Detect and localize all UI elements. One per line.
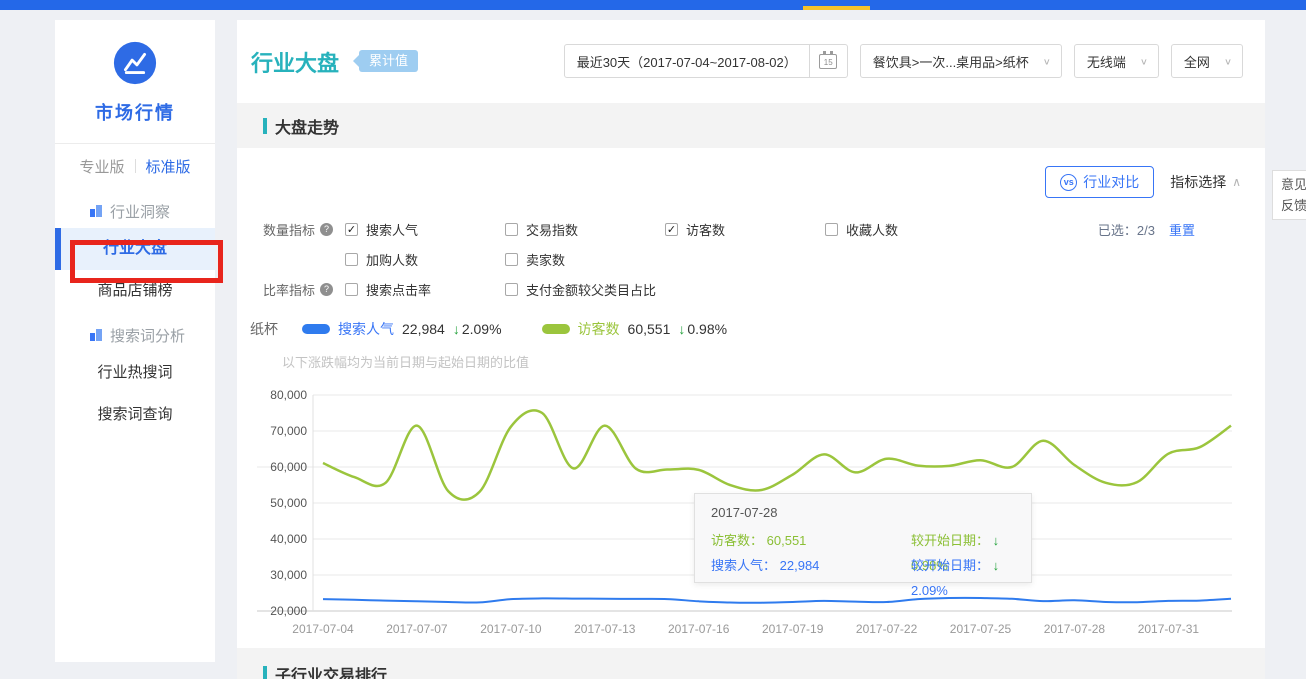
checkbox[interactable]	[825, 223, 838, 236]
bottom-section-title: 子行业交易排行	[275, 662, 387, 679]
legend-series-search-popularity[interactable]: 搜索人气 22,984 2.09%	[302, 319, 502, 339]
legend-category: 纸杯	[250, 319, 278, 339]
series-color-pill	[302, 324, 330, 334]
tab-pro-version[interactable]: 专业版	[79, 156, 124, 177]
down-arrow-icon	[678, 321, 685, 337]
svg-text:40,000: 40,000	[270, 532, 307, 546]
svg-text:2017-07-28: 2017-07-28	[1044, 622, 1106, 636]
selected-count: 已选：2/3	[1098, 220, 1155, 239]
svg-text:2017-07-31: 2017-07-31	[1138, 622, 1200, 636]
checkbox-trade-index[interactable]: 交易指数	[505, 220, 665, 239]
svg-text:60,000: 60,000	[270, 460, 307, 474]
checkbox-visitor-count[interactable]: 访客数	[665, 220, 825, 239]
date-range-picker[interactable]: 最近30天（2017-07-04~2017-08-02） 15	[564, 44, 848, 78]
chevron-down-icon	[1140, 56, 1148, 66]
active-tab-indicator	[803, 6, 870, 10]
svg-text:2017-07-10: 2017-07-10	[480, 622, 542, 636]
terminal-dropdown[interactable]: 无线端	[1074, 44, 1159, 78]
series-color-pill	[542, 324, 570, 334]
checkbox[interactable]	[345, 283, 358, 296]
calendar-icon[interactable]: 15	[809, 45, 847, 77]
help-icon[interactable]	[320, 283, 333, 296]
svg-text:2017-07-16: 2017-07-16	[668, 622, 730, 636]
quantity-metrics-label: 数量指标	[263, 220, 315, 239]
checkbox-seller-count[interactable]: 卖家数	[505, 250, 665, 269]
reset-link[interactable]: 重置	[1169, 220, 1195, 239]
section-accent-bar	[263, 118, 267, 134]
vs-icon	[1060, 174, 1077, 191]
section-accent-bar	[263, 666, 267, 679]
checkbox-search-popularity[interactable]: 搜索人气	[345, 220, 505, 239]
ratio-metrics-label: 比率指标	[263, 280, 315, 299]
tab-standard-version[interactable]: 标准版	[146, 156, 191, 177]
svg-text:2017-07-25: 2017-07-25	[950, 622, 1012, 636]
chevron-down-icon	[1043, 56, 1051, 66]
svg-text:80,000: 80,000	[270, 388, 307, 402]
checkbox[interactable]	[505, 223, 518, 236]
sidebar-item-hot-search-words[interactable]: 行业热搜词	[55, 352, 215, 394]
page-title: 行业大盘	[251, 46, 339, 78]
checkbox-cart-add-count[interactable]: 加购人数	[345, 250, 505, 269]
checkbox[interactable]	[505, 253, 518, 266]
sidebar-group-industry-insight[interactable]: 行业洞察	[55, 194, 215, 228]
checkbox[interactable]	[665, 223, 678, 236]
svg-text:2017-07-13: 2017-07-13	[574, 622, 636, 636]
svg-text:50,000: 50,000	[270, 496, 307, 510]
brand-name: 市场行情	[55, 99, 215, 125]
sidebar: 市场行情 专业版 标准版 行业洞察 行业大盘 商品店铺榜 搜索词分析 行业热搜词…	[55, 20, 215, 662]
chart-note: 以下涨跌幅均为当前日期与起始日期的比值	[237, 352, 1265, 371]
chart-tooltip: 2017-07-28 访客数： 60,551 较开始日期： 0.98% 搜索人气…	[694, 493, 1032, 583]
divider	[135, 159, 136, 173]
building-icon	[89, 328, 103, 342]
scope-dropdown[interactable]: 全网	[1171, 44, 1243, 78]
checkbox-search-click-rate[interactable]: 搜索点击率	[345, 280, 505, 299]
sidebar-item-industry-board[interactable]: 行业大盘	[55, 228, 215, 270]
market-trend-logo-icon	[112, 40, 158, 86]
svg-text:2017-07-07: 2017-07-07	[386, 622, 448, 636]
building-icon	[89, 204, 103, 218]
category-dropdown[interactable]: 餐饮具>一次...桌用品>纸杯	[860, 44, 1062, 78]
active-item-bar	[55, 228, 61, 270]
down-arrow-icon	[993, 533, 1000, 548]
tooltip-date: 2017-07-28	[711, 505, 1015, 520]
bottom-section-band: 子行业交易排行	[237, 648, 1265, 679]
chevron-up-icon	[1232, 175, 1241, 189]
cumulative-value-badge: 累计值	[359, 50, 418, 72]
checkbox[interactable]	[345, 253, 358, 266]
checkbox-favorite-count[interactable]: 收藏人数	[825, 220, 985, 239]
svg-text:2017-07-04: 2017-07-04	[292, 622, 354, 636]
svg-text:30,000: 30,000	[270, 568, 307, 582]
top-nav-bar	[0, 0, 1306, 10]
trend-chart[interactable]: 20,000 30,000 40,000 50,000 60,000 70,000 80,0…	[257, 385, 1252, 647]
sidebar-group-search-word-analysis[interactable]: 搜索词分析	[55, 318, 215, 352]
svg-text:2017-07-19: 2017-07-19	[762, 622, 824, 636]
metric-select-toggle[interactable]: 指标选择	[1170, 172, 1241, 192]
section-title: 大盘走势	[275, 114, 339, 138]
legend-series-visitor-count[interactable]: 访客数 60,551 0.98%	[542, 319, 728, 339]
chevron-down-icon	[1224, 56, 1232, 66]
checkbox-payment-parent-ratio[interactable]: 支付金额较父类目占比	[505, 280, 656, 299]
sidebar-item-search-word-query[interactable]: 搜索词查询	[55, 394, 215, 436]
sidebar-item-product-shop-rank[interactable]: 商品店铺榜	[55, 270, 215, 312]
feedback-button[interactable]: 意见反馈	[1272, 170, 1306, 220]
checkbox[interactable]	[345, 223, 358, 236]
brand: 市场行情	[55, 20, 215, 125]
checkbox[interactable]	[505, 283, 518, 296]
down-arrow-icon	[993, 558, 1000, 573]
main-content: 行业大盘 累计值 最近30天（2017-07-04~2017-08-02） 15…	[237, 20, 1265, 679]
down-arrow-icon	[453, 321, 460, 337]
industry-compare-button[interactable]: 行业对比	[1045, 166, 1154, 198]
svg-text:20,000: 20,000	[270, 604, 307, 618]
help-icon[interactable]	[320, 223, 333, 236]
svg-text:70,000: 70,000	[270, 424, 307, 438]
svg-text:2017-07-22: 2017-07-22	[856, 622, 918, 636]
